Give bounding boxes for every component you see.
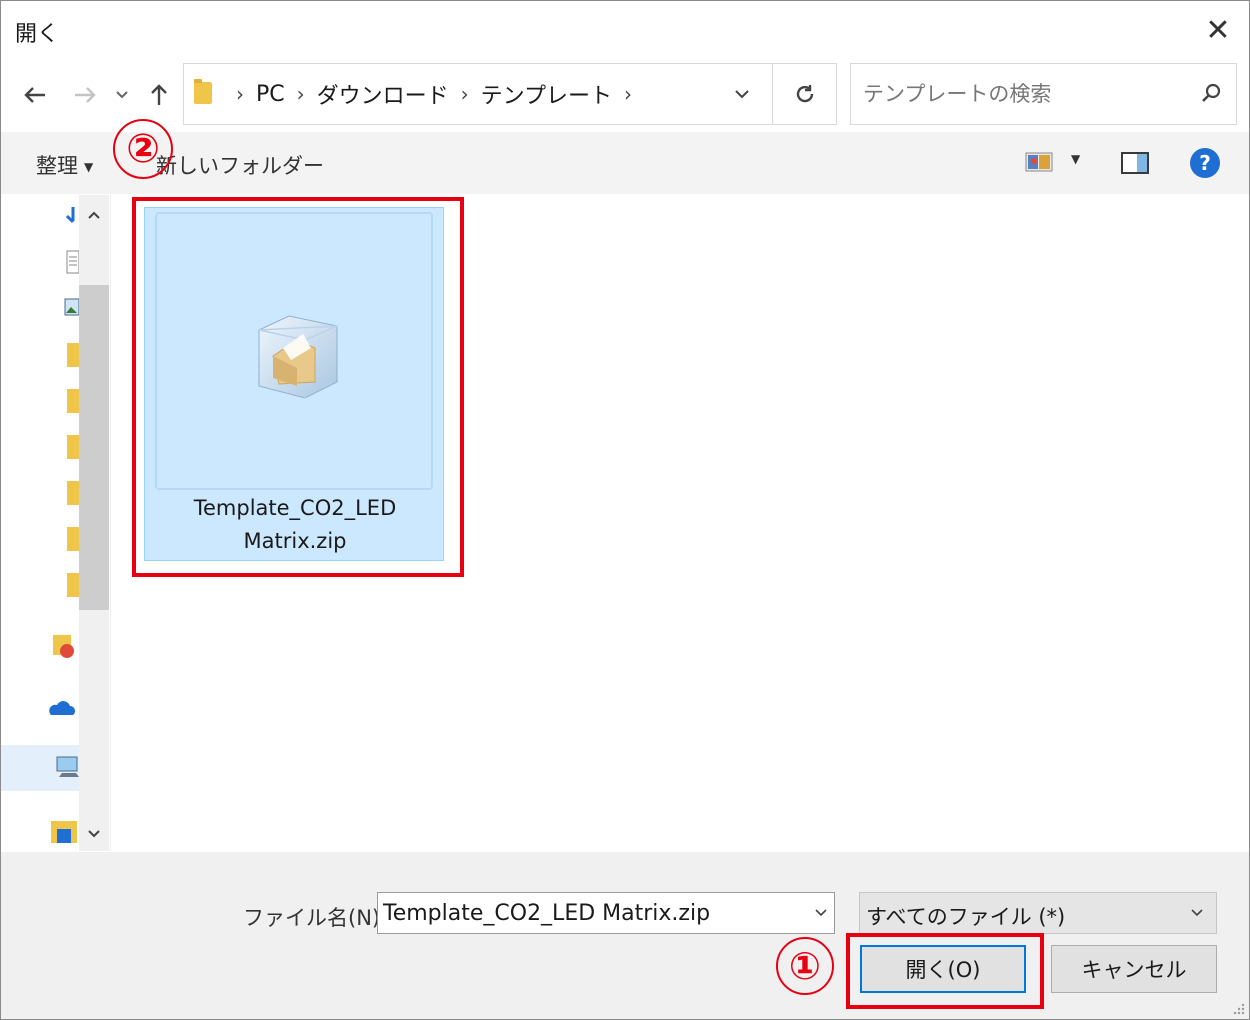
forward-button[interactable] [67,75,103,115]
folder-icon[interactable] [67,435,79,459]
cancel-button[interactable]: キャンセル [1051,945,1217,993]
filename-combobox[interactable] [377,892,835,934]
folder-icon[interactable] [67,343,79,367]
this-pc-icon[interactable] [51,753,81,783]
open-file-dialog: 開く ✕ › PC › ダウンロード › テンプレート › テンプレートの検索 … [0,0,1250,1020]
chevron-down-icon[interactable] [814,903,828,922]
search-input[interactable] [863,64,1193,124]
folder-icon[interactable] [67,527,79,551]
documents-icon[interactable] [51,247,81,277]
dialog-footer: ファイル名(N): すべてのファイル (*) 開く(O) キャンセル [1,852,1249,1019]
highlight-open-button-box [846,933,1044,1009]
filename-input[interactable] [383,893,803,933]
filename-label: ファイル名(N): [243,906,388,930]
resize-grip-icon[interactable] [1231,1001,1245,1015]
navigation-row: › PC › ダウンロード › テンプレート › [1,61,1249,131]
refresh-icon [796,85,813,103]
chevron-down-icon [88,830,100,838]
breadcrumb-downloads[interactable]: ダウンロード [317,78,449,110]
search-icon [1202,83,1221,102]
scroll-thumb[interactable] [79,285,109,610]
organize-menu-button[interactable]: 整理 ▼ [36,150,93,180]
breadcrumb: › PC › ダウンロード › テンプレート › [224,64,644,124]
chevron-right-icon: › [236,82,244,106]
onedrive-icon[interactable] [47,693,77,723]
chevron-down-icon [735,90,749,99]
chevron-right-icon[interactable]: › [297,82,305,106]
highlight-file-box [132,197,464,577]
folder-icon[interactable] [67,389,79,413]
chevron-down-icon [1190,903,1204,922]
help-icon[interactable]: ? [1190,148,1220,178]
address-dropdown-button[interactable] [714,64,770,124]
arrow-up-icon [151,84,167,105]
breadcrumb-templates[interactable]: テンプレート [481,78,612,110]
chevron-up-icon [88,211,100,219]
preview-pane-icon[interactable] [1121,152,1149,174]
filetype-select[interactable]: すべてのファイル (*) [859,892,1217,934]
scroll-down-button[interactable] [79,819,109,849]
creative-cloud-files-icon[interactable] [51,631,81,661]
arrow-left-icon [24,87,45,103]
step-1-badge: ① [776,937,834,995]
back-button[interactable] [17,75,53,115]
breadcrumb-pc[interactable]: PC [256,82,285,107]
folder-icon[interactable] [67,573,79,597]
pictures-icon[interactable] [51,293,81,323]
view-dropdown-icon[interactable]: ▼ [1071,152,1080,166]
recent-locations-button[interactable] [107,75,137,115]
folder-icon[interactable] [67,481,79,505]
navigation-pane [1,195,111,851]
nav-scrollbar[interactable] [79,195,109,851]
search-box[interactable] [850,63,1237,125]
caret-down-icon: ▼ [84,160,94,174]
view-options-icon[interactable] [1025,152,1053,172]
close-button[interactable]: ✕ [1187,1,1249,59]
dialog-title: 開く [15,22,60,47]
command-toolbar: 整理 ▼ 新しいフォルダー ▼ ? [1,132,1249,194]
step-2-badge: ② [113,119,173,179]
chevron-down-icon [116,91,128,99]
refresh-button[interactable] [772,64,836,124]
arrow-right-icon [75,87,96,103]
organize-label: 整理 [36,154,78,178]
filetype-selected: すべてのファイル (*) [866,905,1066,929]
new-folder-button[interactable]: 新しいフォルダー [156,150,324,180]
scroll-up-button[interactable] [79,200,109,230]
close-icon: ✕ [1205,12,1231,48]
chevron-right-icon[interactable]: › [624,82,632,106]
address-bar[interactable]: › PC › ダウンロード › テンプレート › [183,63,837,125]
folder-icon [194,79,212,104]
title-bar: 開く ✕ [1,1,1249,61]
downloads-icon[interactable] [51,203,81,233]
up-button[interactable] [141,75,177,115]
chevron-right-icon[interactable]: › [461,82,469,106]
network-folder-icon[interactable] [51,815,81,845]
